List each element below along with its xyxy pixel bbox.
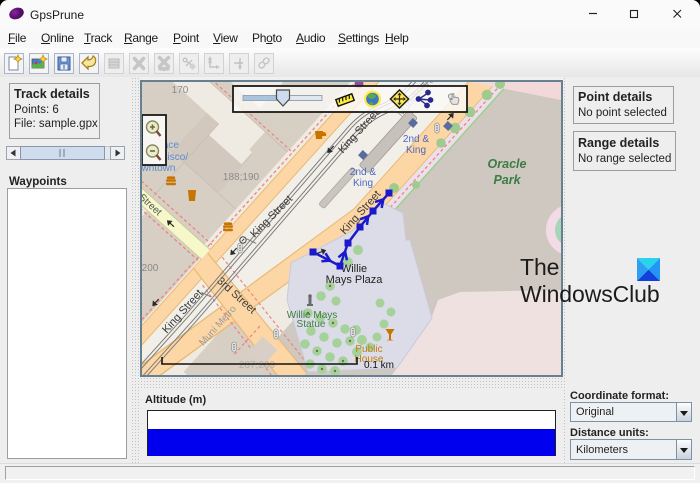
svg-text:King: King [406, 145, 426, 156]
svg-text:King: King [353, 178, 373, 189]
svg-text:Statue: Statue [297, 319, 326, 330]
svg-text:207;209: 207;209 [239, 360, 276, 371]
svg-text:200: 200 [142, 263, 159, 274]
svg-text:2nd &: 2nd & [350, 167, 376, 178]
svg-text:188;190: 188;190 [223, 172, 260, 183]
svg-text:170: 170 [172, 85, 189, 96]
svg-text:Mays Plaza: Mays Plaza [326, 274, 384, 286]
svg-text:0.1 km: 0.1 km [364, 360, 394, 371]
svg-text:Oracle: Oracle [488, 157, 527, 171]
svg-text:Park: Park [493, 173, 521, 187]
svg-text:2nd &: 2nd & [403, 134, 429, 145]
